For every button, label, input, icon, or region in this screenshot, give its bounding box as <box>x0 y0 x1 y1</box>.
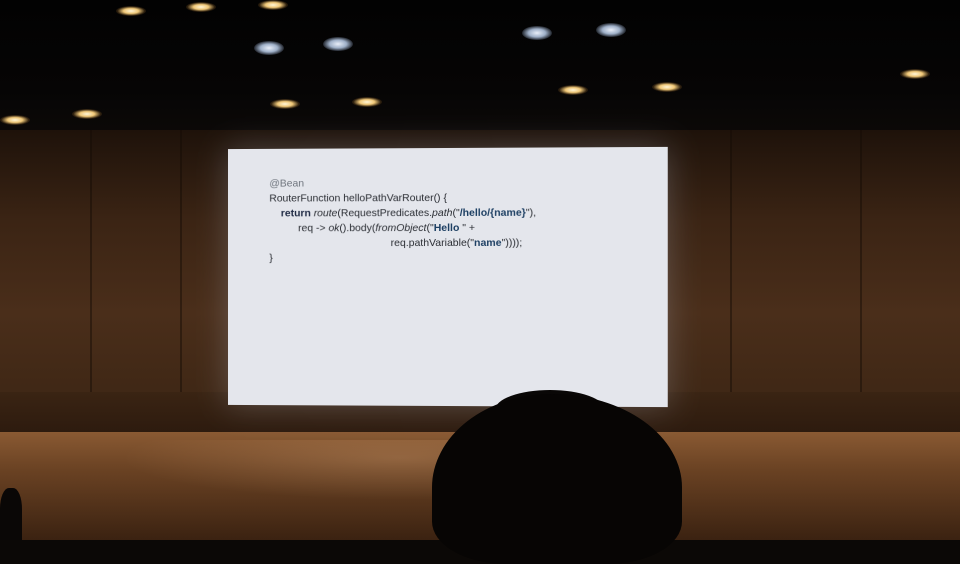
code-token: @Bean <box>269 177 305 190</box>
ceiling-light <box>116 6 146 16</box>
code-line: req -> ok().body(fromObject("Hello " + <box>269 221 536 236</box>
code-line: RouterFunction helloPathVarRouter() { <box>269 191 536 207</box>
code-token: "), <box>525 206 537 219</box>
ceiling-spot <box>596 23 626 37</box>
ceiling-light <box>258 0 288 10</box>
code-token: (" <box>426 222 434 235</box>
projection-screen: @Bean RouterFunction helloPathVarRouter()… <box>227 146 668 408</box>
code-token: RouterFunction helloPathVarRouter() { <box>269 191 447 205</box>
code-token: " + <box>462 221 476 234</box>
code-token: ")))); <box>501 236 523 249</box>
code-line: return route(RequestPredicates.path("/he… <box>269 206 536 222</box>
ceiling-spot <box>522 26 552 40</box>
code-token: ok <box>328 222 340 235</box>
ceiling-light <box>270 99 300 109</box>
wall-panel-seam <box>730 130 732 430</box>
wall-panel-seam <box>860 130 862 430</box>
audience-shoulder-silhouette <box>0 488 22 540</box>
code-token: req.pathVariable(" <box>269 236 475 250</box>
wall-panel-seam <box>90 130 92 430</box>
code-token: ().body( <box>339 222 376 235</box>
code-token: Hello <box>433 221 463 235</box>
ceiling-light <box>652 82 682 92</box>
code-token: path <box>432 206 453 220</box>
code-token: /hello/{name} <box>459 206 526 219</box>
code-token: req -> <box>269 222 329 235</box>
code-token: fromObject <box>375 222 427 235</box>
ceiling-light <box>186 2 216 12</box>
code-token: route <box>313 207 338 220</box>
ceiling-light <box>72 109 102 119</box>
code-line: @Bean <box>269 176 536 192</box>
code-token: return <box>280 207 311 220</box>
code-token: (RequestPredicates. <box>337 207 433 220</box>
ceiling-light <box>558 85 588 95</box>
ceiling-light <box>900 69 930 79</box>
wall-panel-seam <box>180 130 182 430</box>
code-token: } <box>269 252 273 265</box>
code-token: name <box>474 236 502 249</box>
ceiling-spot <box>254 41 284 55</box>
code-token: (" <box>452 206 460 219</box>
ceiling-light <box>352 97 382 107</box>
ceiling <box>0 0 960 150</box>
ceiling-spot <box>323 37 353 51</box>
code-snippet: @Bean RouterFunction helloPathVarRouter()… <box>269 176 536 266</box>
ceiling-light <box>0 115 30 125</box>
code-line: } <box>269 251 536 266</box>
code-line: req.pathVariable("name")))); <box>269 236 536 251</box>
